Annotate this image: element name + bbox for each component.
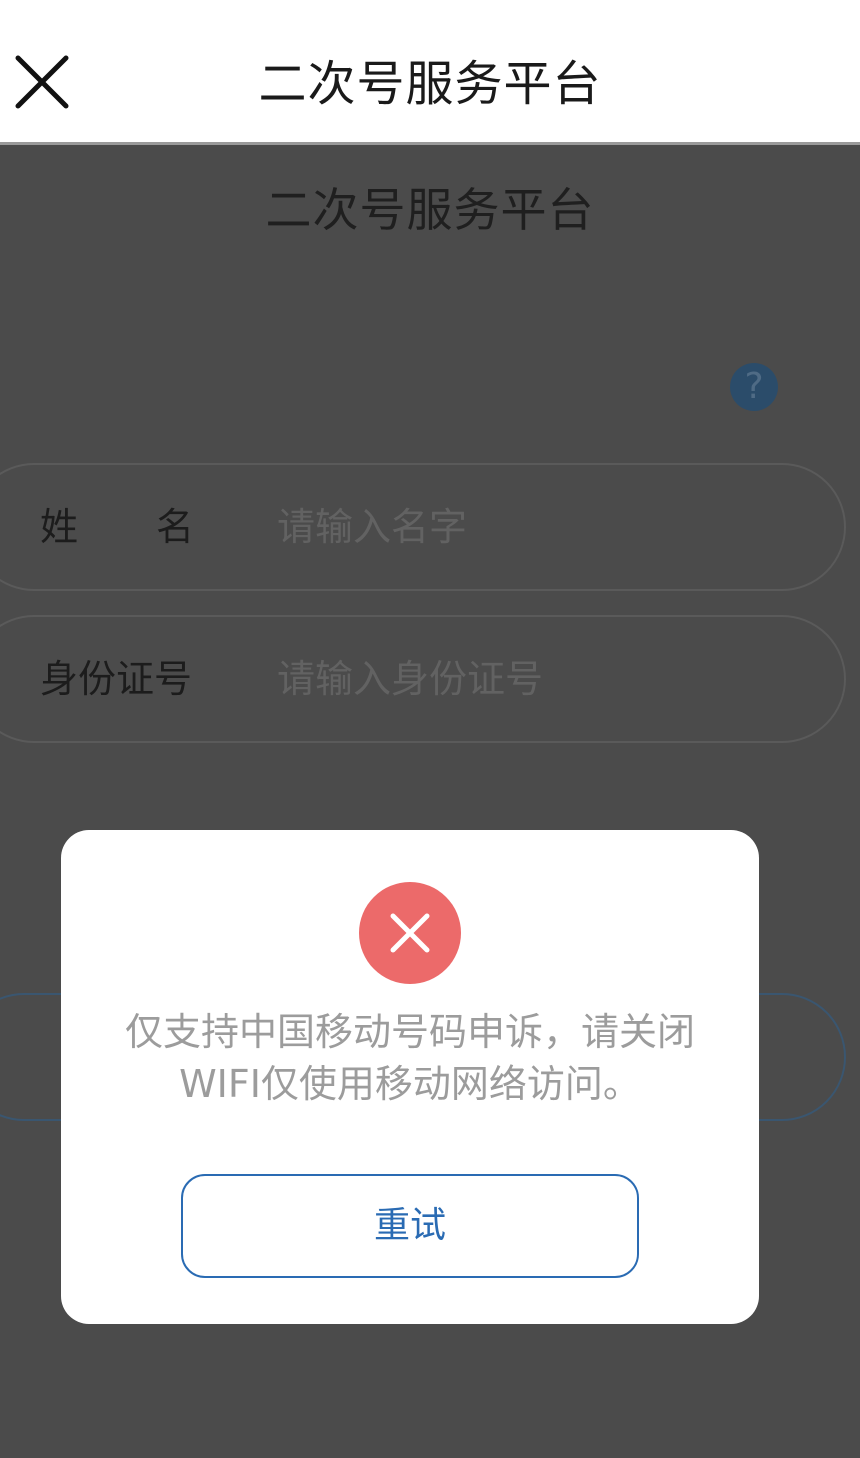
id-number-field: 身份证号 xyxy=(0,615,846,743)
error-x-icon xyxy=(359,882,461,984)
top-app-bar: 二次号服务平台 xyxy=(0,0,860,145)
question-icon[interactable]: ? xyxy=(730,363,778,411)
id-number-input[interactable] xyxy=(277,651,797,707)
name-input[interactable] xyxy=(277,499,797,555)
retry-button[interactable]: 重试 xyxy=(181,1174,639,1278)
error-dialog: 仅支持中国移动号码申诉，请关闭WIFI仅使用移动网络访问。 重试 xyxy=(61,830,759,1324)
app-bar-title: 二次号服务平台 xyxy=(258,56,602,112)
error-message: 仅支持中国移动号码申诉，请关闭WIFI仅使用移动网络访问。 xyxy=(124,1010,695,1106)
page-title: 二次号服务平台 xyxy=(265,183,595,237)
id-number-field-label: 身份证号 xyxy=(40,657,193,701)
name-field-label: 姓名 xyxy=(40,505,273,549)
name-field: 姓名 xyxy=(0,463,846,591)
